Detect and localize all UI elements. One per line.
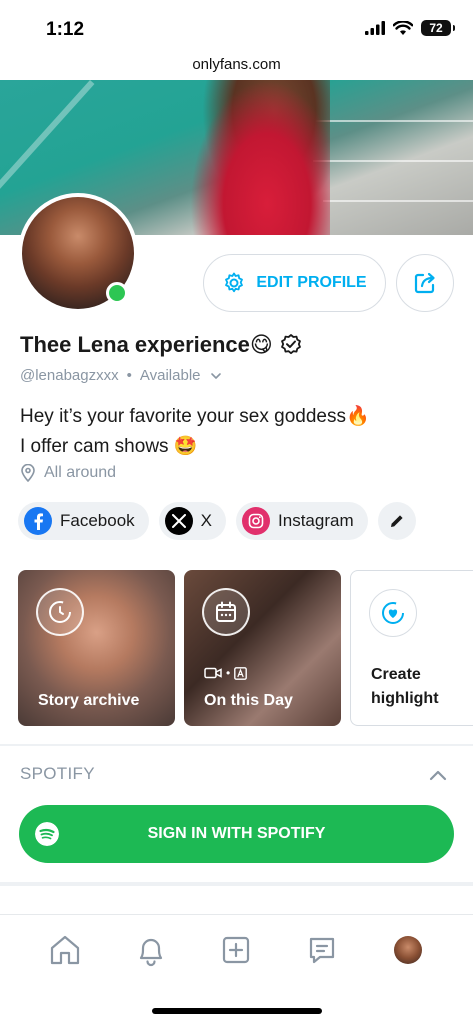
profile-name: Thee Lena experience😋	[20, 332, 303, 358]
handle-row: @lenabagzxxx • Available	[20, 367, 223, 384]
edit-social-links-button[interactable]	[377, 502, 416, 540]
nav-profile[interactable]	[388, 930, 428, 970]
bio-line: Hey it’s your favorite your sex goddess🔥	[20, 406, 370, 427]
wifi-icon	[393, 20, 413, 35]
nav-messages[interactable]	[302, 930, 342, 970]
social-label: Facebook	[60, 511, 135, 530]
pencil-icon	[390, 515, 403, 527]
social-link-instagram[interactable]: Instagram	[236, 502, 368, 540]
gear-icon	[225, 272, 244, 293]
video-icon	[204, 667, 222, 679]
url-bar[interactable]: onlyfans.com	[0, 52, 473, 80]
spotify-button-label: SIGN IN WITH SPOTIFY	[147, 825, 326, 842]
bottom-nav	[0, 914, 473, 984]
social-label: X	[200, 511, 213, 530]
nav-notifications[interactable]	[131, 930, 171, 970]
edit-profile-label: EDIT PROFILE	[256, 274, 367, 291]
highlight-label: Create highlight	[371, 663, 439, 711]
location-row: All around	[20, 464, 116, 482]
highlight-label: Story archive	[38, 692, 140, 709]
plus-square-icon	[223, 936, 250, 963]
highlights-row: Story archive • On this Day Create highl…	[18, 570, 473, 726]
sign-in-spotify-button[interactable]: SIGN IN WITH SPOTIFY	[19, 805, 454, 863]
text-icon	[234, 666, 248, 680]
x-icon	[164, 507, 193, 535]
battery-indicator: 72	[421, 20, 455, 36]
highlight-label: On this Day	[204, 692, 293, 709]
share-button[interactable]	[396, 254, 454, 312]
profile-bio: Hey it’s your favorite your sex goddess🔥…	[20, 402, 370, 462]
social-links: Facebook X Instagram	[18, 502, 416, 540]
chevron-down-icon[interactable]	[209, 369, 223, 383]
bell-icon	[139, 938, 162, 966]
calendar-icon	[202, 588, 250, 636]
create-label-line2: highlight	[371, 690, 439, 707]
location-pin-icon	[21, 464, 35, 482]
edit-profile-button[interactable]: EDIT PROFILE	[203, 254, 386, 312]
section-divider	[0, 882, 473, 886]
profile-name-text: Thee Lena experience😋	[20, 332, 273, 357]
social-link-x[interactable]: X	[158, 502, 227, 540]
history-icon	[36, 588, 84, 636]
profile-handle: @lenabagzxxx	[20, 367, 119, 384]
create-label-line1: Create	[371, 666, 421, 683]
social-label: Instagram	[278, 511, 354, 530]
signal-icon	[365, 21, 385, 35]
nav-home[interactable]	[45, 930, 85, 970]
highlight-story-archive[interactable]: Story archive	[18, 570, 175, 726]
location-text: All around	[44, 464, 117, 481]
online-status-dot	[106, 282, 128, 304]
highlight-on-this-day[interactable]: • On this Day	[184, 570, 341, 726]
spotify-icon	[35, 822, 59, 846]
chevron-up-icon[interactable]	[426, 763, 450, 787]
message-icon	[310, 937, 335, 963]
heart-plus-icon	[369, 589, 417, 637]
availability-status[interactable]: Available	[140, 367, 201, 384]
nav-add-post[interactable]	[216, 930, 256, 970]
bio-line: I offer cam shows 🤩	[20, 436, 198, 457]
spotify-section-title: SPOTIFY	[20, 764, 95, 783]
profile-avatar-small	[394, 935, 423, 964]
create-highlight-button[interactable]: Create highlight	[350, 570, 473, 726]
instagram-icon	[242, 507, 271, 535]
social-link-facebook[interactable]: Facebook	[18, 502, 149, 540]
section-divider	[0, 744, 473, 746]
home-indicator[interactable]	[152, 1008, 322, 1014]
verified-badge-icon	[280, 334, 301, 355]
media-type-icons: •	[204, 666, 248, 680]
home-icon	[50, 935, 79, 964]
share-icon	[414, 272, 435, 294]
separator-dot: •	[126, 367, 132, 384]
status-time: 1:12	[46, 19, 85, 40]
facebook-icon	[24, 507, 52, 535]
status-icons: 72	[365, 20, 455, 36]
status-bar: 1:12 72	[0, 0, 473, 52]
